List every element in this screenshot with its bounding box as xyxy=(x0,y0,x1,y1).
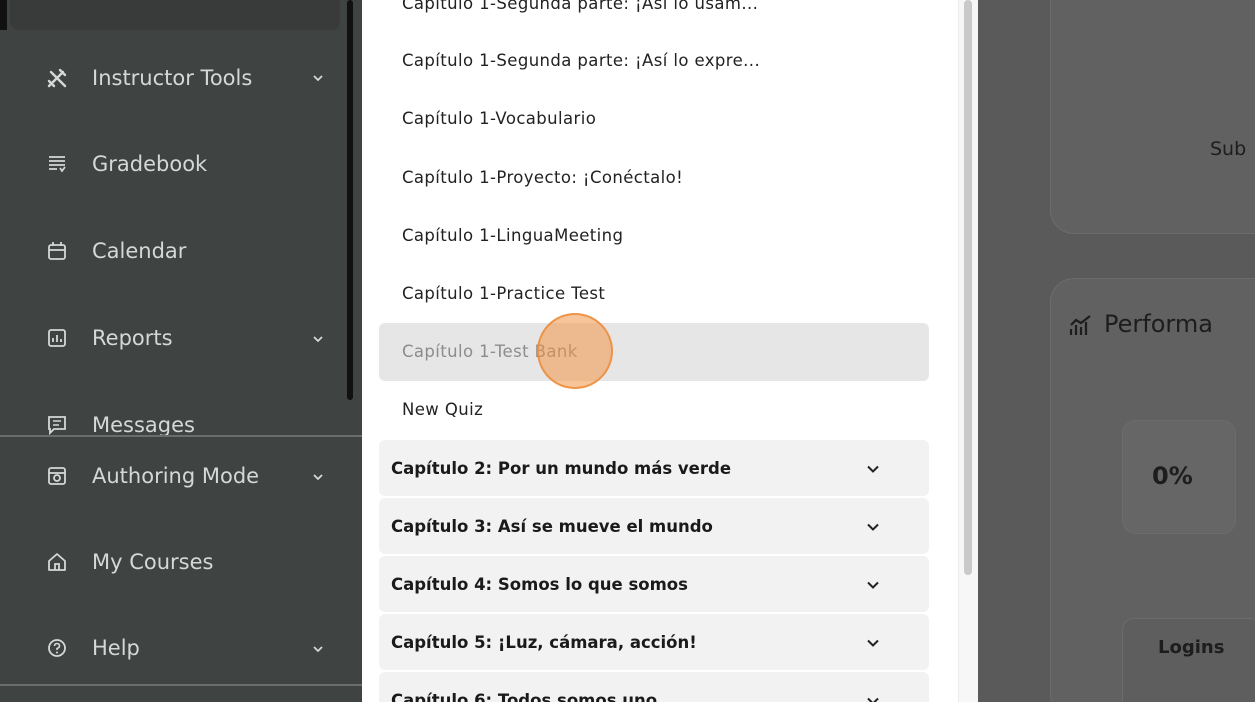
sidebar-scrollbar[interactable] xyxy=(347,0,353,400)
click-indicator xyxy=(537,313,613,389)
sidebar-item-label: Gradebook xyxy=(92,152,208,176)
sidebar-divider xyxy=(0,435,362,437)
sidebar-item-label: My Courses xyxy=(92,550,214,574)
performance-title: Performa xyxy=(1104,310,1213,338)
sidebar-item-messages[interactable]: Messages xyxy=(46,405,195,445)
sidebar-item-help[interactable]: Help xyxy=(46,628,140,668)
logins-label: Logins xyxy=(1158,637,1225,658)
chapter-title: Capítulo 5: ¡Luz, cámara, acción! xyxy=(391,632,697,652)
chevron-down-icon xyxy=(867,639,879,647)
list-item-active[interactable]: Capítulo 1-Test Bank xyxy=(379,323,929,381)
sidebar-item-label: Authoring Mode xyxy=(92,464,260,488)
sidebar-item-label: Instructor Tools xyxy=(92,66,253,90)
gradebook-icon xyxy=(46,153,68,175)
logins-tile xyxy=(1122,618,1255,702)
chevron-down-icon[interactable] xyxy=(310,331,326,347)
chapter-accordion[interactable]: Capítulo 4: Somos lo que somos xyxy=(379,556,929,612)
summary-card xyxy=(1050,0,1255,234)
calendar-icon xyxy=(46,240,68,262)
sidebar-item-authoring-mode[interactable]: Authoring Mode xyxy=(46,456,259,496)
list-item[interactable]: Capítulo 1-Vocabulario xyxy=(402,109,596,128)
sidebar-item-gradebook[interactable]: Gradebook xyxy=(46,144,207,184)
chapter-title: Capítulo 4: Somos lo que somos xyxy=(391,574,688,594)
sidebar-item-label: Reports xyxy=(92,326,173,350)
sidebar: Instructor Tools Gradebook Calendar Repo… xyxy=(0,0,362,702)
help-icon xyxy=(46,637,68,659)
list-item[interactable]: Capítulo 1-Proyecto: ¡Conéctalo! xyxy=(402,168,683,187)
chapter-accordion[interactable]: Capítulo 3: Así se mueve el mundo xyxy=(379,498,929,554)
reports-icon xyxy=(46,327,68,349)
chevron-down-icon[interactable] xyxy=(310,469,326,485)
sidebar-item-calendar[interactable]: Calendar xyxy=(46,231,186,271)
sidebar-item-label: Help xyxy=(92,636,140,660)
home-icon xyxy=(46,551,68,573)
sub-label: Sub xyxy=(1210,138,1247,160)
chevron-down-icon xyxy=(867,523,879,531)
sidebar-item-my-courses[interactable]: My Courses xyxy=(46,542,213,582)
chapter-dropdown-panel: Capítulo 1-Segunda parte: ¡Así lo usam..… xyxy=(362,0,978,702)
chevron-down-icon[interactable] xyxy=(310,641,326,657)
dashboard-overlay: Sub Performa 0% Logins xyxy=(978,0,1255,702)
messages-icon xyxy=(46,414,68,436)
chevron-down-icon xyxy=(867,697,879,702)
sidebar-item-label: Calendar xyxy=(92,239,187,263)
authoring-icon xyxy=(46,465,68,487)
chevron-down-icon[interactable] xyxy=(310,70,326,86)
panel-scrollbar-thumb[interactable] xyxy=(964,0,972,575)
percent-value: 0% xyxy=(1152,462,1193,490)
sidebar-item-reports[interactable]: Reports xyxy=(46,318,173,358)
list-item[interactable]: Capítulo 1-Segunda parte: ¡Así lo expre.… xyxy=(402,51,760,70)
chapter-title: Capítulo 3: Así se mueve el mundo xyxy=(391,516,713,536)
chevron-down-icon xyxy=(867,581,879,589)
list-item[interactable]: Capítulo 1-LinguaMeeting xyxy=(402,226,623,245)
chapter-title: Capítulo 2: Por un mundo más verde xyxy=(391,458,732,478)
list-item[interactable]: New Quiz xyxy=(402,400,483,419)
sidebar-top-item[interactable] xyxy=(10,0,340,30)
chevron-down-icon xyxy=(867,465,879,473)
chapter-title: Capítulo 6: Todos somos uno xyxy=(391,690,658,702)
chapter-accordion[interactable]: Capítulo 5: ¡Luz, cámara, acción! xyxy=(379,614,929,670)
list-item[interactable]: Capítulo 1-Practice Test xyxy=(402,284,605,303)
list-item[interactable]: Capítulo 1-Segunda parte: ¡Así lo usam..… xyxy=(402,0,758,13)
sidebar-item-instructor-tools[interactable]: Instructor Tools xyxy=(46,58,252,98)
performance-chart-icon xyxy=(1068,313,1094,339)
tools-icon xyxy=(46,67,68,89)
chapter-accordion[interactable]: Capítulo 6: Todos somos uno xyxy=(379,672,929,702)
sidebar-item-label: Messages xyxy=(92,413,195,437)
sidebar-divider xyxy=(0,684,362,686)
chapter-accordion[interactable]: Capítulo 2: Por un mundo más verde xyxy=(379,440,929,496)
sidebar-edge xyxy=(0,0,7,30)
